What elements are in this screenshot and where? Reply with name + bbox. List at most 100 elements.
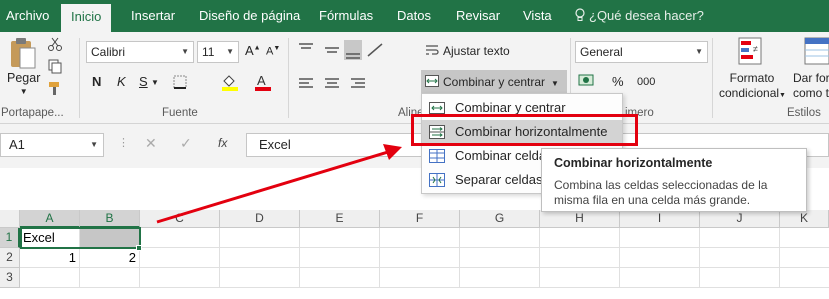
merge-center-button[interactable]: Combinar y centrar ▼ xyxy=(421,70,567,94)
tooltip-title: Combinar horizontalmente xyxy=(554,156,713,170)
group-label-styles: Estilos xyxy=(787,107,821,119)
column-header-j[interactable]: J xyxy=(700,210,780,228)
merge-center-label: Combinar y centrar xyxy=(443,75,546,89)
fill-color-icon[interactable] xyxy=(220,73,240,91)
font-size-value: 11 xyxy=(202,45,215,59)
chevron-down-icon: ▼ xyxy=(551,79,559,88)
percent-button[interactable]: % xyxy=(612,74,624,89)
number-format-combo[interactable]: General ▼ xyxy=(575,41,708,63)
vertical-align-icons[interactable] xyxy=(296,40,386,60)
group-separator xyxy=(79,38,80,118)
highlight-box xyxy=(411,114,638,146)
cut-icon[interactable] xyxy=(47,36,63,52)
svg-text:≠: ≠ xyxy=(753,44,758,54)
number-format-value: General xyxy=(580,45,623,59)
tooltip: Combinar horizontalmente Combina las cel… xyxy=(541,148,807,212)
merge-center-icon xyxy=(425,71,439,87)
svg-text:A: A xyxy=(257,73,266,88)
tab-archivo[interactable]: Archivo xyxy=(6,0,49,32)
group-separator xyxy=(712,38,713,118)
underline-button[interactable]: S xyxy=(139,74,148,89)
font-color-icon[interactable]: A xyxy=(253,72,273,92)
name-box-value: A1 xyxy=(9,137,25,152)
decrease-font-icon[interactable]: A▼ xyxy=(266,45,280,58)
conditional-label-2-wrap: condicional▼ xyxy=(719,86,786,103)
tab-revisar[interactable]: Revisar xyxy=(456,0,500,32)
group-label-font: Fuente xyxy=(162,107,198,119)
select-all-button[interactable] xyxy=(0,210,20,228)
font-name-value: Calibri xyxy=(91,45,126,59)
conditional-formatting-button[interactable]: Formato condicional▼ xyxy=(719,71,786,103)
format-as-table-icon[interactable] xyxy=(803,36,829,66)
column-header-h[interactable]: H xyxy=(540,210,620,228)
insert-function-icon[interactable]: fx xyxy=(218,136,227,150)
row-header-1[interactable]: 1 xyxy=(0,228,20,248)
tab-insertar[interactable]: Insertar xyxy=(131,0,175,32)
horizontal-align-icons[interactable] xyxy=(296,74,386,94)
accounting-format-icon[interactable] xyxy=(578,72,600,92)
cell-b2[interactable]: 2 xyxy=(80,248,140,268)
more-dots-icon: ⋮ xyxy=(118,137,129,149)
tab-datos[interactable]: Datos xyxy=(397,0,431,32)
tab-inicio[interactable]: Inicio xyxy=(61,4,112,32)
chevron-down-icon: ▼ xyxy=(181,47,189,56)
chevron-down-icon: ▼ xyxy=(90,140,98,149)
chevron-down-icon: ▼ xyxy=(226,47,234,56)
thousands-button[interactable]: 000 xyxy=(637,76,655,88)
grid-lines xyxy=(140,228,829,288)
enter-icon[interactable]: ✓ xyxy=(180,135,192,152)
tell-me-placeholder: ¿Qué desea hacer? xyxy=(589,8,704,23)
chevron-down-icon: ▼ xyxy=(19,87,28,96)
column-header-c[interactable]: C xyxy=(140,210,220,228)
italic-button[interactable]: K xyxy=(117,74,126,89)
column-header-b[interactable]: B xyxy=(80,210,140,228)
menu-item-label: Combinar y centrar xyxy=(455,100,566,115)
tell-me-box[interactable]: ¿Qué desea hacer? xyxy=(575,0,704,32)
column-header-a[interactable]: A xyxy=(20,210,80,228)
row-header-3[interactable]: 3 xyxy=(0,268,20,288)
cell-a3[interactable] xyxy=(20,268,80,288)
cell-a2[interactable]: 1 xyxy=(20,248,80,268)
paste-button[interactable]: Pegar ▼ xyxy=(7,71,40,96)
wrap-text-label: Ajustar texto xyxy=(443,44,510,58)
font-size-combo[interactable]: 11 ▼ xyxy=(197,41,239,63)
cancel-icon[interactable]: ✕ xyxy=(145,135,157,152)
tooltip-body: Combina las celdas seleccionadas de la m… xyxy=(554,178,768,207)
column-header-d[interactable]: D xyxy=(220,210,300,228)
table-label-1: Dar for xyxy=(793,71,829,85)
ribbon-tab-bar: Archivo Inicio Insertar Diseño de página… xyxy=(0,0,829,32)
tab-formulas[interactable]: Fórmulas xyxy=(319,0,373,32)
wrap-text-icon xyxy=(425,44,439,56)
unmerge-cells-icon xyxy=(429,172,445,188)
table-label-2: como t xyxy=(793,86,829,100)
conditional-formatting-icon[interactable]: ≠ xyxy=(737,36,763,66)
bold-button[interactable]: N xyxy=(92,74,101,89)
increase-font-icon[interactable]: A▲ xyxy=(245,43,261,58)
column-header-f[interactable]: F xyxy=(380,210,460,228)
row-header-2[interactable]: 2 xyxy=(0,248,20,268)
format-as-table-button[interactable]: Dar for como t xyxy=(793,71,829,101)
column-header-e[interactable]: E xyxy=(300,210,380,228)
copy-icon[interactable] xyxy=(47,58,63,74)
format-painter-icon[interactable] xyxy=(47,80,63,96)
wrap-text-button[interactable]: Ajustar texto xyxy=(425,44,510,58)
menu-item-label: Combinar celdas xyxy=(455,148,553,163)
group-label-clipboard: Portapape... xyxy=(1,107,64,119)
borders-icon[interactable] xyxy=(172,74,190,90)
selection-outline xyxy=(20,227,141,249)
merge-cells-icon xyxy=(429,148,445,164)
lightbulb-icon xyxy=(575,2,585,21)
chevron-down-icon: ▼ xyxy=(695,47,703,56)
tab-vista[interactable]: Vista xyxy=(523,0,552,32)
tab-diseno-pagina[interactable]: Diseño de página xyxy=(199,0,300,32)
fill-handle[interactable] xyxy=(136,245,142,251)
column-header-k[interactable]: K xyxy=(780,210,829,228)
paste-icon[interactable] xyxy=(8,36,38,70)
font-name-combo[interactable]: Calibri ▼ xyxy=(86,41,194,63)
name-box[interactable]: A1 ▼ xyxy=(0,133,104,157)
chevron-down-icon[interactable]: ▼ xyxy=(151,78,159,87)
column-header-i[interactable]: I xyxy=(620,210,700,228)
cell-b3[interactable] xyxy=(80,268,140,288)
group-separator xyxy=(288,38,289,118)
column-header-g[interactable]: G xyxy=(460,210,540,228)
